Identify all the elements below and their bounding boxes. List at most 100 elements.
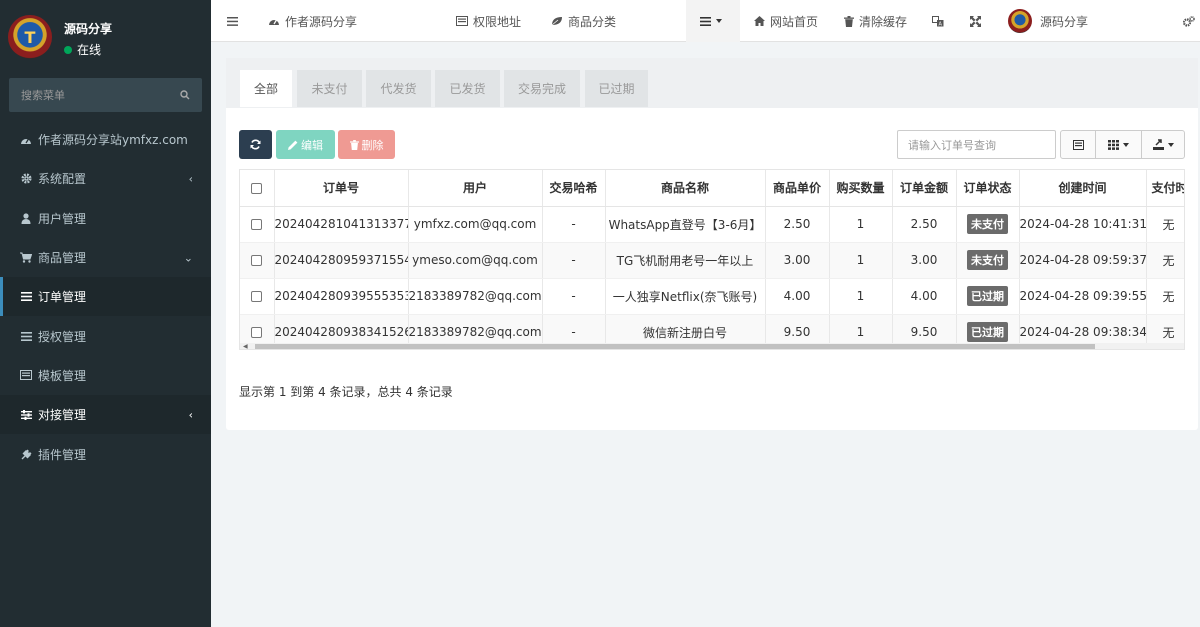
user-profile-menu[interactable]: 源码分享 [1008,0,1088,42]
nav-clear-cache-button[interactable]: 清除缓存 [844,0,907,42]
sidebar-item-integration[interactable]: 对接管理 ‹ [0,395,211,435]
row-checkbox[interactable] [240,242,275,279]
checkbox[interactable] [251,219,263,230]
quantity: 1 [829,242,893,279]
leaf-icon [551,17,562,26]
template-icon [20,369,32,381]
column-header[interactable]: 用户 [408,170,543,207]
language-button[interactable]: A [932,0,949,42]
table-header-row: 订单号 用户 交易哈希 商品名称 商品单价 购买数量 订单金额 订单状态 创建时… [240,170,1184,207]
order-amount: 2.50 [892,206,957,243]
table-row[interactable]: 202404280959371554 ymeso.com@qq.com - TG… [240,242,1184,279]
unit-price: 2.50 [765,206,830,243]
order-number: 202404280959371554 [274,242,409,279]
nav-categories-link[interactable]: 商品分类 [551,0,616,42]
order-user: ymfxz.com@qq.com [408,206,543,243]
sidebar-item-plugins[interactable]: 插件管理 [0,434,211,473]
columns-toggle-button[interactable] [1096,131,1142,158]
column-header[interactable]: 创建时间 [1019,170,1147,207]
column-header[interactable]: 购买数量 [829,170,893,207]
tab-completed[interactable]: 交易完成 [504,70,580,107]
column-header[interactable]: 商品单价 [765,170,830,207]
orders-panel: 全部 未支付 代发货 已发货 交易完成 已过期 编辑 删除 请输入订单号查询 订… [226,58,1198,430]
card-view-button[interactable] [1061,131,1096,158]
column-header[interactable]: 订单号 [274,170,409,207]
svg-text:A: A [939,21,943,26]
sidebar-item-orders[interactable]: 订单管理 [0,277,211,317]
order-user: 2183389782@qq.com [408,278,543,315]
nav-home-link[interactable]: 网站首页 [754,0,818,42]
list-box-icon [1072,139,1084,150]
pagination-info: 显示第 1 到第 4 条记录，总共 4 条记录 [239,385,453,399]
fullscreen-icon [970,15,981,27]
order-status: 未支付 [956,242,1020,279]
list-icon [20,291,32,303]
table-row[interactable]: 202404281041313377 ymfxz.com@qq.com - Wh… [240,206,1184,243]
tab-shipped[interactable]: 已发货 [435,70,500,107]
sidebar-item-products[interactable]: 商品管理 ⌄ [0,238,211,277]
nav-author-link[interactable]: 作者源码分享 [268,0,357,42]
orders-table: 订单号 用户 交易哈希 商品名称 商品单价 购买数量 订单金额 订单状态 创建时… [239,169,1185,350]
sidebar-item-system-config[interactable]: 系统配置 ‹ [0,159,211,198]
checkbox[interactable] [251,182,263,194]
scroll-left-icon[interactable]: ◀ [243,343,248,349]
order-search-input[interactable]: 请输入订单号查询 [897,130,1056,159]
fullscreen-button[interactable] [970,0,986,42]
horizontal-scrollbar[interactable]: ◀ [240,343,1184,349]
select-all-checkbox[interactable] [240,170,275,207]
created-time: 2024-04-28 10:41:31 [1019,206,1147,243]
column-header[interactable]: 订单金额 [892,170,957,207]
sidebar-item-label: 插件管理 [38,447,87,462]
nav-menu-dropdown[interactable] [686,0,740,42]
tab-expired[interactable]: 已过期 [585,70,648,107]
list-icon [699,16,711,26]
column-header[interactable]: 交易哈希 [542,170,606,207]
row-checkbox[interactable] [240,206,275,243]
sidebar-toggle-button[interactable] [227,0,243,42]
created-time: 2024-04-28 09:59:37 [1019,242,1147,279]
paid-time: 无 [1146,206,1184,243]
column-header[interactable]: 订单状态 [956,170,1020,207]
edit-button[interactable]: 编辑 [276,130,335,159]
row-checkbox[interactable] [240,278,275,315]
nav-permissions-link[interactable]: 权限地址 [456,0,521,42]
product-name: TG飞机耐用老号一年以上 [605,242,766,279]
order-amount: 3.00 [892,242,957,279]
tab-pending-shipment[interactable]: 代发货 [366,70,431,107]
list-box-icon [456,16,468,26]
user-panel: T 源码分享 在线 [0,0,211,70]
checkbox[interactable] [251,255,263,266]
column-header[interactable]: 商品名称 [605,170,766,207]
checkbox[interactable] [251,327,263,338]
chevron-left-icon: ‹ [188,172,193,186]
search-icon[interactable] [180,90,190,100]
nav-author-label: 作者源码分享 [285,14,358,29]
caret-down-icon [715,19,722,23]
checkbox[interactable] [251,291,263,302]
menu-search-input[interactable]: 搜索菜单 [9,78,202,112]
top-navbar: 作者源码分享 权限地址 商品分类 网站首页 清除缓存 A 源码分享 [211,0,1200,42]
sidebar-item-templates[interactable]: 模板管理 [0,356,211,395]
tab-unpaid[interactable]: 未支付 [297,70,362,107]
sidebar: T 源码分享 在线 搜索菜单 作者源码分享站ymfxz.com 系统配置 ‹ 用… [0,0,211,627]
refresh-icon [250,139,261,150]
status-badge: 未支付 [967,214,1008,234]
table-row[interactable]: 202404280939555353 2183389782@qq.com - 一… [240,278,1184,315]
sidebar-item-dashboard[interactable]: 作者源码分享站ymfxz.com [0,120,211,159]
avatar: T [8,15,52,59]
tab-all[interactable]: 全部 [240,70,292,107]
trash-icon [349,139,359,150]
order-status: 未支付 [956,206,1020,243]
pencil-icon [288,140,298,150]
export-button[interactable] [1142,131,1184,158]
column-header[interactable]: 支付时 [1146,170,1184,207]
sidebar-item-label: 授权管理 [38,329,87,344]
settings-button[interactable] [1183,0,1200,42]
sidebar-item-users[interactable]: 用户管理 [0,199,211,238]
cart-icon [20,252,32,264]
sidebar-item-label: 订单管理 [38,290,87,305]
status-tabs: 全部 未支付 代发货 已发货 交易完成 已过期 [226,58,1198,108]
sidebar-item-licenses[interactable]: 授权管理 [0,316,211,355]
delete-button[interactable]: 删除 [338,130,395,159]
refresh-button[interactable] [239,130,272,159]
